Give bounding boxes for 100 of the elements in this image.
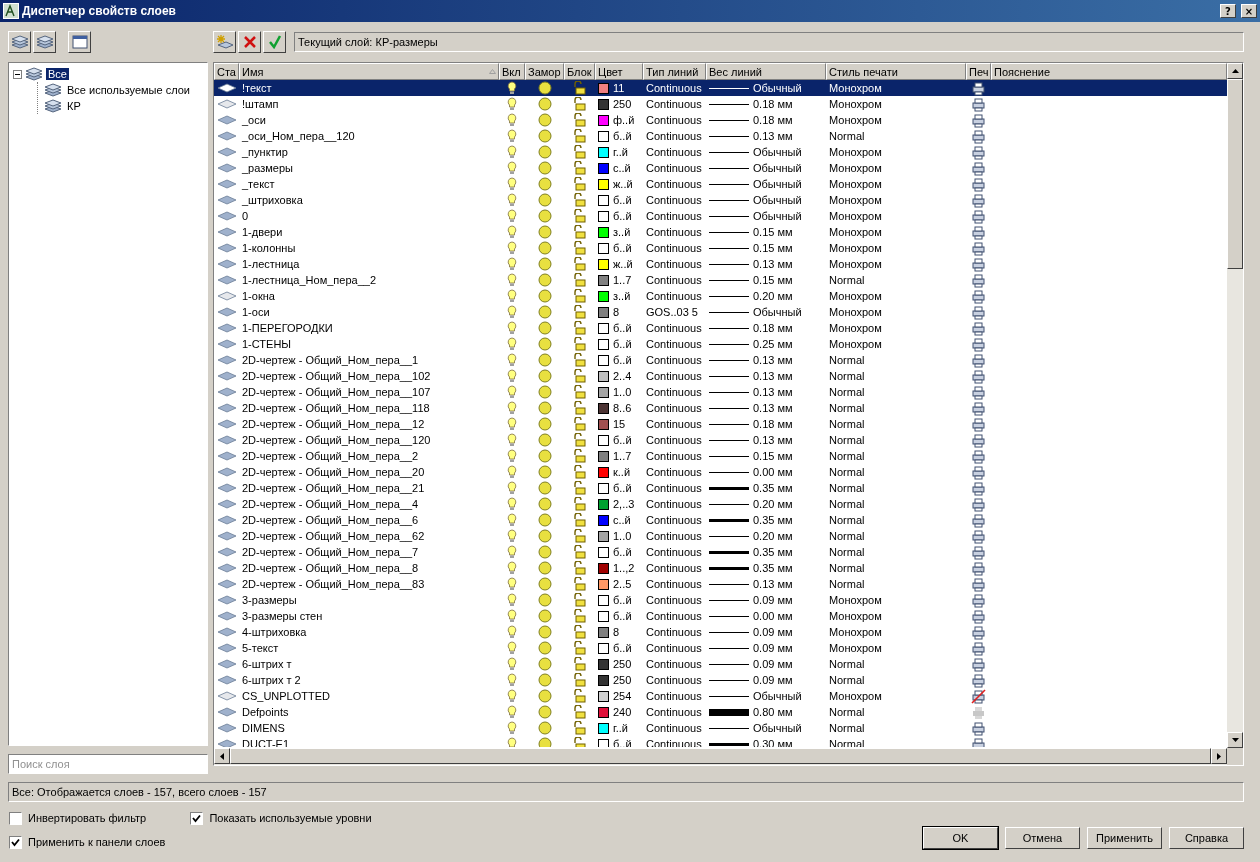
- collapse-icon[interactable]: [13, 69, 22, 79]
- lock-icon[interactable]: [572, 721, 587, 735]
- color-swatch[interactable]: [598, 178, 609, 190]
- color-swatch[interactable]: [598, 354, 609, 366]
- color-swatch[interactable]: [598, 498, 609, 510]
- lock-icon[interactable]: [572, 609, 587, 623]
- search-field[interactable]: Поиск слоя: [8, 754, 208, 774]
- table-row[interactable]: 2D-чертеж - Общий_Ном_пера__118 8..6 Continuous 0.13 мм Normal: [214, 400, 1227, 416]
- sun-icon[interactable]: [537, 81, 552, 95]
- dialog-button[interactable]: Отмена: [1005, 827, 1080, 849]
- lock-icon[interactable]: [572, 673, 587, 687]
- column-header[interactable]: Пояснение: [991, 63, 1227, 80]
- lock-icon[interactable]: [572, 145, 587, 159]
- tree-item[interactable]: КР: [65, 100, 83, 112]
- table-row[interactable]: 2D-чертеж - Общий_Ном_пера__21 б..й Continuous 0.35 мм Normal: [214, 480, 1227, 496]
- checkbox[interactable]: [9, 811, 22, 825]
- new-filter-button[interactable]: [8, 31, 31, 53]
- column-header[interactable]: Стиль печати: [826, 63, 966, 80]
- delete-button[interactable]: [238, 31, 261, 53]
- table-row[interactable]: 2D-чертеж - Общий_Ном_пера__4 2,..3 Continuous 0.20 мм Normal: [214, 496, 1227, 512]
- color-swatch[interactable]: [598, 274, 609, 286]
- lock-icon[interactable]: [572, 289, 587, 303]
- lock-icon[interactable]: [572, 401, 587, 415]
- table-row[interactable]: _штриховка б..й Continuous Обычный Монохром: [214, 192, 1227, 208]
- color-swatch[interactable]: [598, 530, 609, 542]
- lock-icon[interactable]: [572, 321, 587, 335]
- color-swatch[interactable]: [598, 306, 609, 318]
- color-swatch[interactable]: [598, 98, 609, 110]
- table-row[interactable]: 2D-чертеж - Общий_Ном_пера__6 с..й Continuous 0.35 мм Normal: [214, 512, 1227, 528]
- table-row[interactable]: _оси_Ном_пера__120 б..й Continuous 0.13 мм Normal: [214, 128, 1227, 144]
- lock-icon[interactable]: [572, 433, 587, 447]
- color-swatch[interactable]: [598, 450, 609, 462]
- table-row[interactable]: _пунктир г..й Continuous Обычный Монохром: [214, 144, 1227, 160]
- color-swatch[interactable]: [598, 82, 609, 94]
- lock-icon[interactable]: [572, 369, 587, 383]
- lock-icon[interactable]: [572, 337, 587, 351]
- lock-icon[interactable]: [572, 689, 587, 703]
- color-swatch[interactable]: [598, 370, 609, 382]
- table-row[interactable]: 1-окна з..й Continuous 0.20 мм Монохром: [214, 288, 1227, 304]
- table-row[interactable]: 3-размеры б..й Continuous 0.09 мм Монохром: [214, 592, 1227, 608]
- title-bar-button[interactable]: ?: [1220, 4, 1236, 18]
- tree-item[interactable]: Все используемые слои: [65, 84, 192, 96]
- table-row[interactable]: 2D-чертеж - Общий_Ном_пера__62 1..0 Continuous 0.20 мм Normal: [214, 528, 1227, 544]
- lock-icon[interactable]: [572, 257, 587, 271]
- lock-icon[interactable]: [572, 561, 587, 575]
- color-swatch[interactable]: [598, 562, 609, 574]
- checkbox-label[interactable]: Инвертировать фильтр: [28, 812, 147, 824]
- no-print-icon[interactable]: [971, 688, 986, 704]
- color-swatch[interactable]: [598, 338, 609, 350]
- color-swatch[interactable]: [598, 594, 609, 606]
- lock-icon[interactable]: [572, 513, 587, 527]
- lock-icon[interactable]: [572, 193, 587, 207]
- lock-icon[interactable]: [572, 305, 587, 319]
- color-swatch[interactable]: [598, 114, 609, 126]
- table-row[interactable]: _текст ж..й Continuous Обычный Монохром: [214, 176, 1227, 192]
- table-row[interactable]: Defpoints 240 Continuous 0.80 мм Normal: [214, 704, 1227, 720]
- table-row[interactable]: CS_UNPLOTTED 254 Continuous Обычный Монохром: [214, 688, 1227, 704]
- color-swatch[interactable]: [598, 738, 609, 747]
- table-row[interactable]: !текст 11 Continuous Обычный Монохром: [214, 80, 1227, 96]
- checkbox-label[interactable]: Применить к панели слоев: [28, 836, 166, 848]
- color-swatch[interactable]: [598, 386, 609, 398]
- lock-icon[interactable]: [572, 737, 587, 747]
- color-swatch[interactable]: [598, 418, 609, 430]
- table-row[interactable]: 2D-чертеж - Общий_Ном_пера__8 1..,2 Continuous 0.35 мм Normal: [214, 560, 1227, 576]
- lock-icon[interactable]: [572, 225, 587, 239]
- table-row[interactable]: 1-оси 8 GOS..03 5 Обычный Монохром: [214, 304, 1227, 320]
- lock-icon[interactable]: [572, 529, 587, 543]
- table-row[interactable]: 2D-чертеж - Общий_Ном_пера__83 2..5 Continuous 0.13 мм Normal: [214, 576, 1227, 592]
- lock-icon[interactable]: [572, 273, 587, 287]
- lock-icon[interactable]: [572, 209, 587, 223]
- checkbox-label[interactable]: Показать используемые уровни: [209, 812, 372, 824]
- column-header[interactable]: Тип линий: [643, 63, 706, 80]
- lock-icon[interactable]: [572, 161, 587, 175]
- color-swatch[interactable]: [598, 210, 609, 222]
- lock-icon[interactable]: [572, 113, 587, 127]
- color-swatch[interactable]: [598, 242, 609, 254]
- color-swatch[interactable]: [598, 146, 609, 158]
- table-row[interactable]: 1-двери з..й Continuous 0.15 мм Монохром: [214, 224, 1227, 240]
- lock-icon[interactable]: [572, 449, 587, 463]
- table-row[interactable]: 2D-чертеж - Общий_Ном_пера__107 1..0 Continuous 0.13 мм Normal: [214, 384, 1227, 400]
- color-swatch[interactable]: [598, 674, 609, 686]
- table-row[interactable]: 1-лестница ж..й Continuous 0.13 мм Монохром: [214, 256, 1227, 272]
- dialog-button[interactable]: OK: [923, 827, 998, 849]
- table-row[interactable]: !штамп 250 Continuous 0.18 мм Монохром: [214, 96, 1227, 112]
- column-header[interactable]: Вес линий: [706, 63, 826, 80]
- lock-icon[interactable]: [572, 705, 587, 719]
- color-swatch[interactable]: [598, 610, 609, 622]
- table-row[interactable]: 2D-чертеж - Общий_Ном_пера__120 б..й Continuous 0.13 мм Normal: [214, 432, 1227, 448]
- color-swatch[interactable]: [598, 626, 609, 638]
- table-row[interactable]: 2D-чертеж - Общий_Ном_пера__102 2..4 Continuous 0.13 мм Normal: [214, 368, 1227, 384]
- color-swatch[interactable]: [598, 466, 609, 478]
- color-swatch[interactable]: [598, 546, 609, 558]
- lock-icon[interactable]: [572, 641, 587, 655]
- table-row[interactable]: 5-текст б..й Continuous 0.09 мм Монохром: [214, 640, 1227, 656]
- lightbulb-icon[interactable]: [507, 81, 517, 95]
- table-row[interactable]: 2D-чертеж - Общий_Ном_пера__20 к..й Continuous 0.00 мм Normal: [214, 464, 1227, 480]
- lock-icon[interactable]: [572, 625, 587, 639]
- dialog-button[interactable]: Применить: [1087, 827, 1162, 849]
- color-swatch[interactable]: [598, 482, 609, 494]
- lock-icon[interactable]: [572, 497, 587, 511]
